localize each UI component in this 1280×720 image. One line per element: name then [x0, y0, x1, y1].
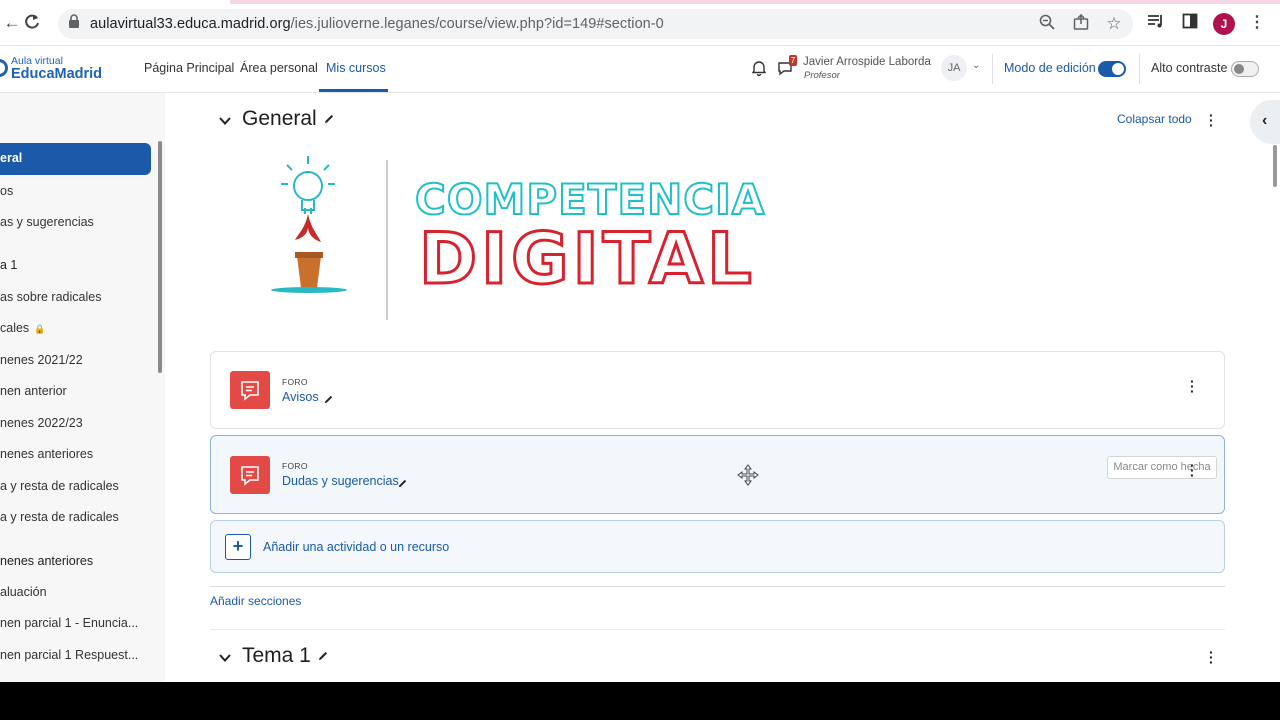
section-title-text: Tema 1: [242, 644, 311, 667]
activity-menu-icon[interactable]: · · ·: [1190, 374, 1195, 398]
section-menu-icon[interactable]: · · ·: [1209, 645, 1214, 669]
course-index-section[interactable]: nenes anteriores: [0, 554, 152, 568]
course-index-item[interactable]: os: [0, 184, 152, 198]
section-menu-icon[interactable]: · · ·: [1209, 108, 1214, 132]
add-activity-button[interactable]: + Añadir una actividad o un recurso: [210, 520, 1225, 573]
back-arrow-icon[interactable]: ←: [2, 13, 22, 33]
message-count-badge: 7: [789, 55, 797, 66]
forum-icon: [230, 371, 270, 409]
side-panel-icon[interactable]: [1180, 13, 1200, 33]
reload-icon[interactable]: [22, 13, 42, 33]
navbar-divider: [992, 54, 993, 84]
forum-icon: [230, 456, 270, 494]
navbar-divider: [1139, 54, 1140, 84]
course-index: eral os as y sugerencias a 1 as sobre ra…: [0, 93, 165, 682]
section-divider: [210, 629, 1225, 630]
lock-icon[interactable]: [64, 14, 84, 34]
site-navbar: Aula virtual EducaMadrid Página Principa…: [0, 46, 1280, 93]
lightbulb-plant-icon: [271, 156, 347, 293]
edit-pencil-icon[interactable]: [323, 392, 334, 410]
url-text[interactable]: aulavirtual33.educa.madrid.org/ies.julio…: [90, 16, 664, 32]
collapse-all-link[interactable]: Colapsar todo: [1117, 112, 1192, 126]
edit-pencil-icon[interactable]: [317, 644, 329, 668]
course-index-label: cales: [0, 321, 30, 335]
mark-as-done-button[interactable]: Marcar como hecha: [1107, 456, 1217, 479]
activity-type: FORO: [282, 377, 308, 387]
user-role: Profesor: [804, 70, 840, 81]
logo-title: EducaMadrid: [11, 66, 103, 82]
activity-menu-icon[interactable]: · · ·: [1190, 458, 1195, 482]
course-index-item[interactable]: as sobre radicales: [0, 290, 152, 304]
zoom-icon[interactable]: [1037, 14, 1057, 34]
section-title-general: General: [242, 107, 335, 131]
activity-link[interactable]: Avisos: [282, 390, 319, 404]
nav-pagina-principal[interactable]: Página Principal: [144, 61, 234, 75]
tab-strip-edge: [230, 0, 1280, 4]
logo-ring-icon: [0, 59, 8, 77]
share-icon[interactable]: [1071, 13, 1091, 34]
course-index-scrollbar[interactable]: [158, 141, 162, 373]
course-index-label: eral: [0, 151, 23, 165]
edit-mode-label: Modo de edición: [1004, 61, 1096, 75]
high-contrast-label: Alto contraste: [1151, 61, 1228, 75]
course-index-item[interactable]: nen anterior: [0, 384, 152, 398]
section-divider: [210, 586, 1225, 587]
course-index-item-general[interactable]: eral: [0, 143, 151, 175]
section-title-tema1: Tema 1: [242, 644, 329, 668]
course-index-item[interactable]: as y sugerencias: [0, 215, 152, 229]
course-index-item[interactable]: a y resta de radicales: [0, 479, 152, 493]
user-avatar[interactable]: JA: [941, 55, 967, 81]
browser-menu-icon[interactable]: ⋮: [1247, 13, 1267, 33]
activity-forum-avisos[interactable]: FORO Avisos · · ·: [210, 351, 1225, 429]
section-title-text: General: [242, 107, 317, 130]
course-index-item[interactable]: nenes 2022/23: [0, 416, 152, 430]
move-cursor-icon[interactable]: [737, 464, 759, 486]
chevron-down-icon[interactable]: [219, 114, 231, 126]
lock-icon: 🔒: [34, 324, 46, 334]
nav-area-personal[interactable]: Área personal: [240, 61, 318, 75]
course-index-item[interactable]: nen parcial 1 Respuest...: [0, 648, 152, 662]
edit-pencil-icon[interactable]: [397, 476, 408, 494]
activity-forum-dudas[interactable]: FORO Dudas y sugerencias Marcar como hec…: [210, 435, 1225, 514]
profile-avatar[interactable]: J: [1213, 13, 1235, 35]
bookmark-star-icon[interactable]: ☆: [1104, 14, 1124, 34]
high-contrast-toggle[interactable]: [1231, 61, 1259, 77]
course-content: General Colapsar todo · · · COMPETENCIA …: [165, 93, 1250, 682]
browser-toolbar: ← aulavirtual33.educa.madrid.org/ies.jul…: [0, 0, 1280, 46]
media-queue-icon[interactable]: [1146, 13, 1166, 33]
chevron-down-icon[interactable]: [219, 651, 231, 663]
banner-title-line2: DIGITAL: [418, 217, 756, 302]
page-scrollbar[interactable]: [1273, 145, 1277, 187]
course-index-item[interactable]: nenes 2021/22: [0, 353, 152, 367]
address-bar[interactable]: aulavirtual33.educa.madrid.org/ies.julio…: [58, 9, 1133, 39]
banner-title-line1: COMPETENCIA: [414, 174, 766, 225]
edit-pencil-icon[interactable]: [323, 107, 335, 131]
user-name[interactable]: Javier Arrospide Laborda: [803, 56, 931, 68]
active-nav-indicator: [319, 89, 388, 92]
course-index-section[interactable]: a 1: [0, 258, 152, 272]
add-activity-label: Añadir una actividad o un recurso: [263, 540, 450, 554]
course-index-item-locked[interactable]: cales 🔒: [0, 321, 152, 335]
edit-mode-toggle[interactable]: [1098, 61, 1126, 77]
activity-link[interactable]: Dudas y sugerencias: [282, 474, 399, 488]
banner-divider: [386, 160, 388, 320]
chevron-left-icon: ‹: [1262, 112, 1268, 129]
course-index-item[interactable]: nen parcial 1 - Enuncia...: [0, 616, 152, 630]
educamadrid-logo[interactable]: Aula virtual EducaMadrid: [0, 53, 121, 85]
open-block-drawer-button[interactable]: ‹: [1250, 100, 1280, 144]
course-index-item[interactable]: nenes anteriores: [0, 447, 152, 461]
course-index-item[interactable]: aluación: [0, 585, 152, 599]
activity-type: FORO: [282, 461, 308, 471]
plus-icon: +: [225, 534, 251, 560]
add-sections-link[interactable]: Añadir secciones: [210, 594, 301, 608]
user-menu-chevron-icon[interactable]: ⌄: [972, 60, 980, 71]
course-index-item[interactable]: a y resta de radicales: [0, 510, 152, 524]
letterbox-bar: [0, 682, 1280, 720]
bell-icon[interactable]: [750, 59, 768, 77]
competencia-digital-banner: COMPETENCIA DIGITAL: [265, 148, 785, 323]
browser-viewport: ← aulavirtual33.educa.madrid.org/ies.jul…: [0, 0, 1280, 682]
nav-mis-cursos[interactable]: Mis cursos: [326, 61, 386, 75]
